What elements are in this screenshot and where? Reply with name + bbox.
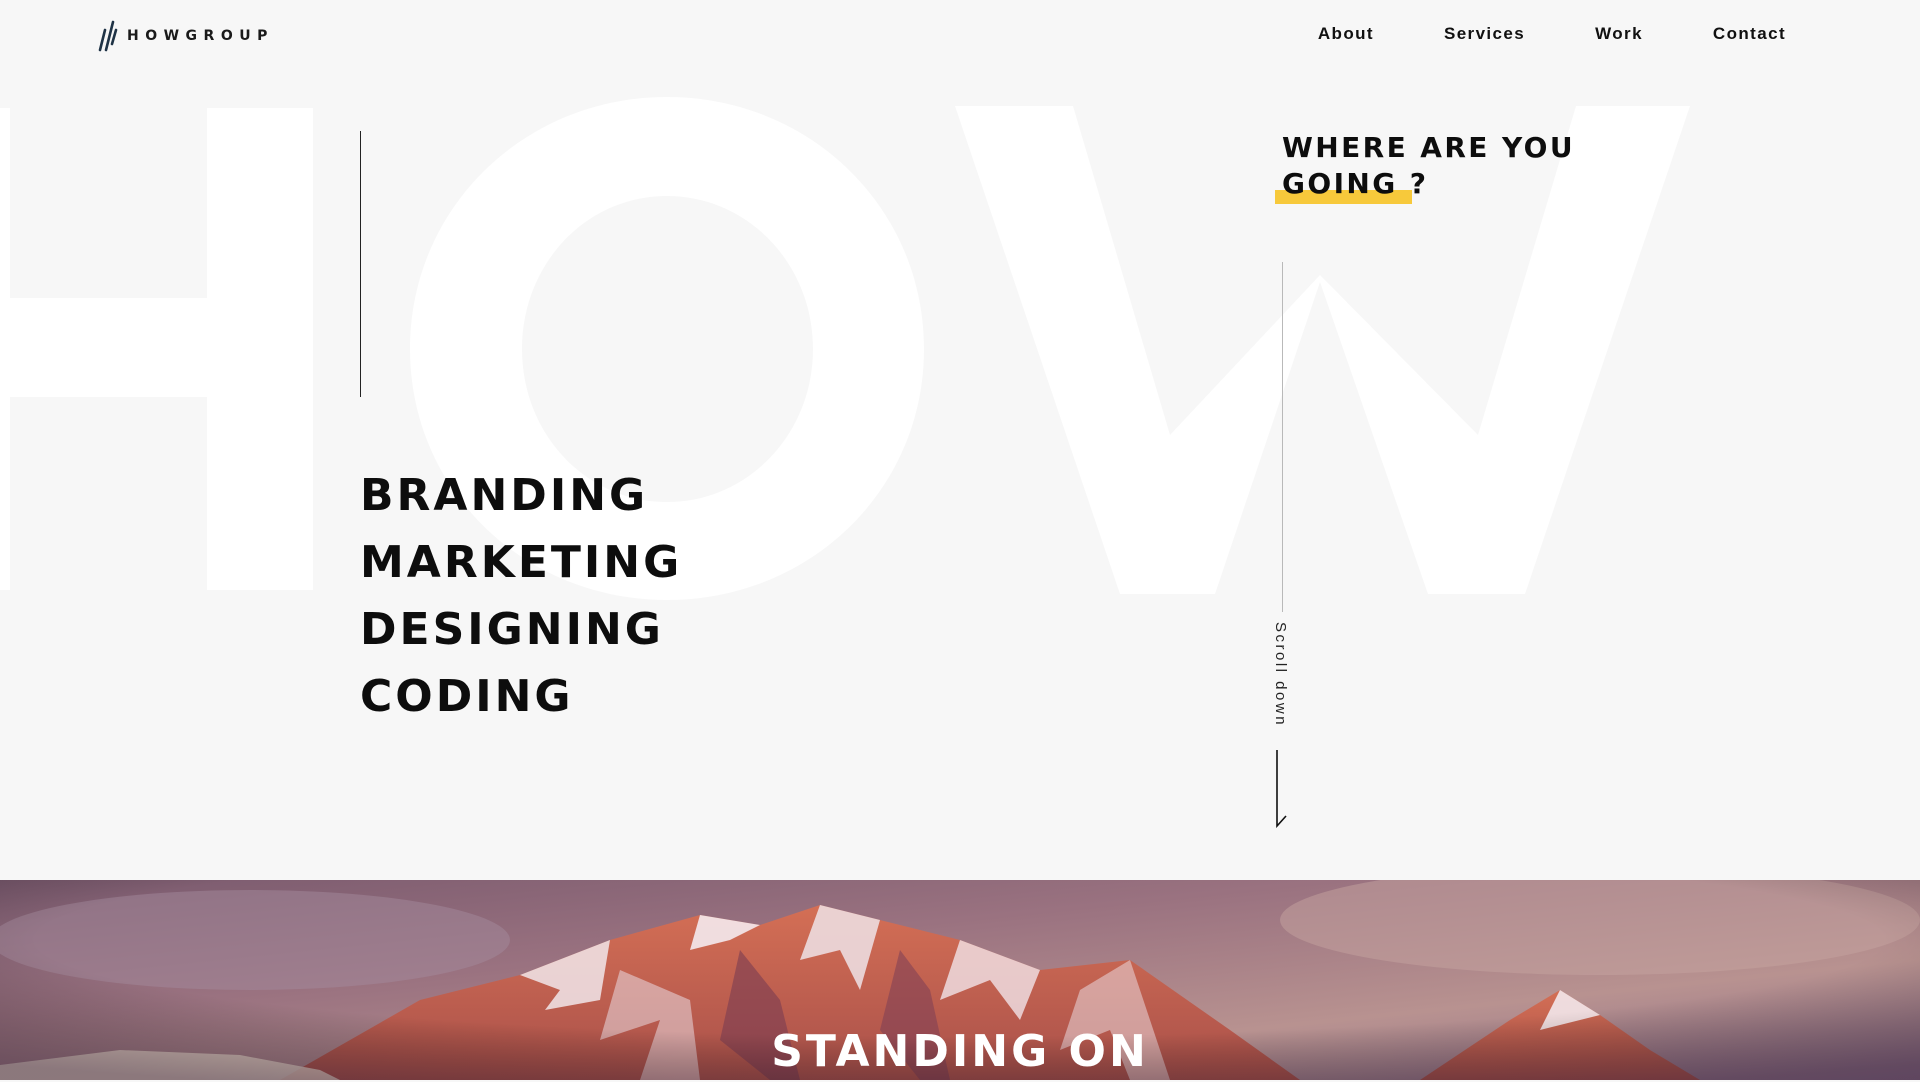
service-item-designing: DESIGNING <box>360 604 664 655</box>
tagline-line-1: WHERE ARE YOU <box>1282 131 1576 164</box>
nav-work[interactable]: Work <box>1595 24 1643 44</box>
service-item-marketing: MARKETING <box>360 537 683 588</box>
scroll-down-label: Scroll down <box>1272 622 1289 728</box>
site-header: HOWGROUP About Services Work Contact <box>0 0 1920 74</box>
tagline: WHERE ARE YOU GOING ? <box>1275 130 1642 204</box>
tagline-line-2: GOING ? <box>1282 167 1429 200</box>
letter-h-shape <box>0 108 313 590</box>
services-list: BRANDING MARKETING DESIGNING CODING <box>360 462 682 730</box>
logo-text: HOWGROUP <box>127 28 274 44</box>
service-item-branding: BRANDING <box>360 470 649 521</box>
nav-about[interactable]: About <box>1318 24 1374 44</box>
main-nav: About Services Work Contact <box>1318 24 1786 44</box>
logo[interactable]: HOWGROUP <box>97 19 274 53</box>
hero-title: STANDING ON <box>771 1026 1149 1077</box>
service-item-coding: CODING <box>360 671 574 722</box>
scroll-guide-line <box>1282 262 1283 612</box>
arrow-down-icon[interactable] <box>1271 748 1291 828</box>
scroll-down-link[interactable]: Scroll down <box>1270 622 1294 732</box>
nav-services[interactable]: Services <box>1444 24 1525 44</box>
nav-contact[interactable]: Contact <box>1713 24 1786 44</box>
slash-mark-icon <box>98 20 118 52</box>
left-divider-line <box>360 131 361 397</box>
